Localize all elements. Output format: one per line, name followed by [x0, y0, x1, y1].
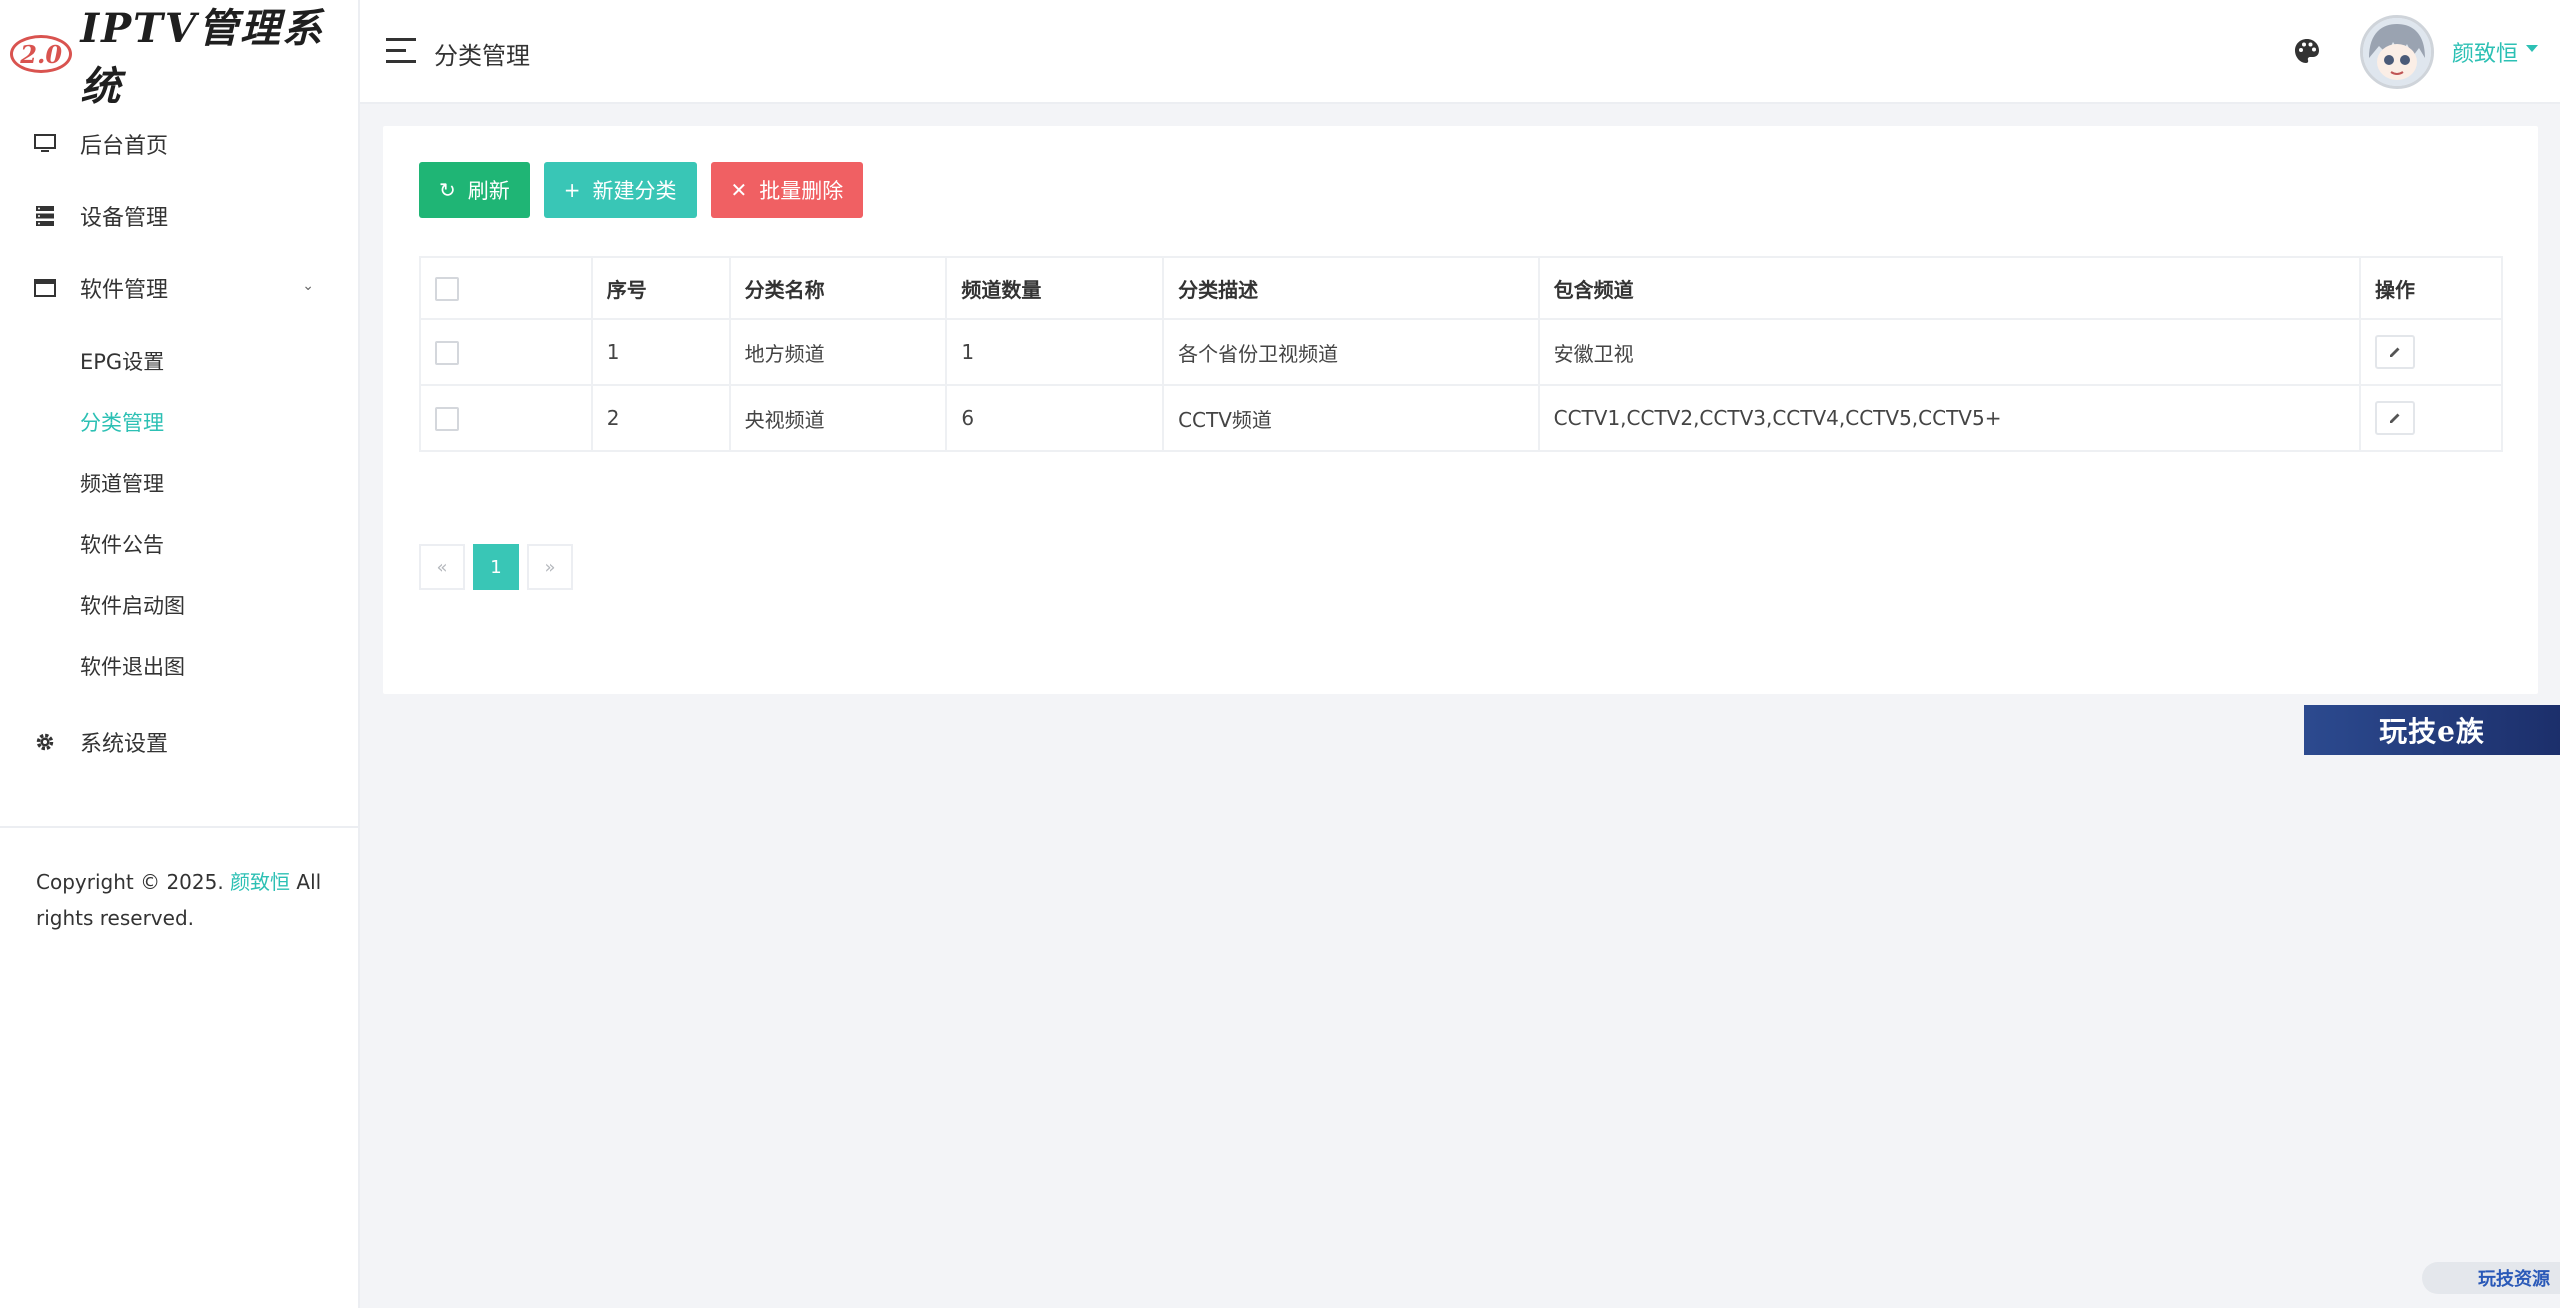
copyright-owner-link[interactable]: 颜致恒 — [230, 870, 290, 894]
refresh-button-label: 刷新 — [467, 179, 510, 203]
cell-description: CCTV频道 — [1162, 384, 1540, 452]
row-select-cell — [419, 318, 593, 386]
cell-name: 央视频道 — [728, 384, 948, 452]
watermark-banner: 玩技e族 — [2304, 705, 2560, 755]
avatar[interactable] — [2360, 15, 2434, 89]
pagination: « 1 » — [419, 544, 573, 590]
column-header-channels[interactable]: 包含频道 — [1537, 256, 2362, 320]
category-table: 序号 分类名称 频道数量 分类描述 包含频道 操作 1 地方频道 1 各个省份卫… — [419, 256, 2503, 452]
page-title: 分类管理 — [434, 42, 530, 70]
sidebar-nav-bottom: 系统设置 — [0, 706, 358, 778]
page-button-current[interactable]: 1 — [473, 544, 519, 590]
row-select-cell — [419, 384, 593, 452]
window-icon — [34, 277, 56, 299]
caret-down-icon[interactable] — [2526, 45, 2538, 52]
sidebar-nav: 后台首页 设备管理 软件管理 ⌄ — [0, 108, 358, 324]
monitor-icon — [34, 133, 56, 155]
sidebar-item-software[interactable]: 软件管理 ⌄ — [0, 252, 358, 324]
sidebar-item-devices[interactable]: 设备管理 — [0, 180, 358, 252]
pencil-icon — [2390, 413, 2400, 423]
column-header-name[interactable]: 分类名称 — [728, 256, 948, 320]
select-all-checkbox[interactable] — [435, 276, 459, 301]
cell-count: 1 — [945, 318, 1165, 386]
column-header-actions: 操作 — [2359, 256, 2503, 320]
submenu-item-category[interactable]: 分类管理 — [0, 391, 358, 452]
palette-icon[interactable] — [2292, 36, 2322, 66]
sidebar: 2.0 IPTV管理系统 后台首页 设备管理 软件管理 ⌄ EPG设置 分类管理… — [0, 0, 360, 1308]
cell-actions — [2359, 384, 2503, 452]
cell-actions — [2359, 318, 2503, 386]
cell-channels: 安徽卫视 — [1537, 318, 2362, 386]
batch-delete-button[interactable]: ✕ 批量删除 — [710, 162, 864, 218]
column-header-description[interactable]: 分类描述 — [1162, 256, 1540, 320]
cell-id: 2 — [590, 384, 731, 452]
table-row: 2 央视频道 6 CCTV频道 CCTV1,CCTV2,CCTV3,CCTV4,… — [419, 384, 2503, 452]
sidebar-item-settings[interactable]: 系统设置 — [0, 706, 358, 778]
new-category-button[interactable]: + 新建分类 — [543, 162, 697, 218]
submenu-item-splash[interactable]: 软件启动图 — [0, 574, 358, 635]
prev-page-button[interactable]: « — [419, 544, 465, 590]
submenu-item-channels[interactable]: 频道管理 — [0, 452, 358, 513]
server-icon — [34, 205, 56, 227]
edit-button[interactable] — [2375, 335, 2416, 369]
refresh-icon: ↻ — [439, 178, 456, 202]
cell-description: 各个省份卫视频道 — [1162, 318, 1540, 386]
sidebar-item-label: 系统设置 — [80, 732, 169, 757]
plus-icon: + — [563, 178, 581, 202]
content-card: ↻ 刷新 + 新建分类 ✕ 批量删除 序号 分类名称 频道数量 分类描述 包含频… — [383, 126, 2538, 694]
hamburger-menu-icon[interactable] — [386, 38, 416, 64]
column-header-id[interactable]: 序号 — [590, 256, 731, 320]
toolbar: ↻ 刷新 + 新建分类 ✕ 批量删除 — [419, 162, 864, 218]
column-header-count[interactable]: 频道数量 — [945, 256, 1165, 320]
new-category-button-label: 新建分类 — [592, 179, 677, 203]
batch-delete-button-label: 批量删除 — [759, 179, 844, 203]
copyright: Copyright © 2025. 颜致恒 All rights reserve… — [36, 864, 336, 936]
cell-name: 地方频道 — [728, 318, 948, 386]
next-page-button[interactable]: » — [527, 544, 573, 590]
row-checkbox[interactable] — [435, 340, 459, 365]
select-all-cell — [419, 256, 593, 320]
logo-title: IPTV管理系统 — [80, 5, 324, 110]
watermark-corner: 玩技资源 — [2422, 1262, 2560, 1294]
top-header: 分类管理 颜致恒 — [360, 0, 2560, 104]
cell-count: 6 — [945, 384, 1165, 452]
sidebar-item-label: 后台首页 — [80, 134, 169, 159]
edit-button[interactable] — [2375, 401, 2416, 435]
sidebar-item-label: 设备管理 — [80, 206, 169, 231]
pencil-icon — [2390, 347, 2400, 357]
sidebar-item-dashboard[interactable]: 后台首页 — [0, 108, 358, 180]
table-header-row: 序号 分类名称 频道数量 分类描述 包含频道 操作 — [419, 256, 2503, 320]
logo[interactable]: 2.0 IPTV管理系统 — [0, 0, 358, 110]
chevron-down-icon: ⌄ — [302, 278, 314, 294]
copyright-prefix: Copyright © 2025. — [36, 870, 224, 894]
submenu-item-exit-image[interactable]: 软件退出图 — [0, 635, 358, 696]
submenu-item-announcement[interactable]: 软件公告 — [0, 513, 358, 574]
table-row: 1 地方频道 1 各个省份卫视频道 安徽卫视 — [419, 318, 2503, 386]
user-name[interactable]: 颜致恒 — [2452, 36, 2518, 68]
gear-icon — [34, 731, 56, 753]
cell-id: 1 — [590, 318, 731, 386]
sidebar-item-label: 软件管理 — [80, 278, 169, 303]
submenu-item-epg[interactable]: EPG设置 — [0, 330, 358, 391]
row-checkbox[interactable] — [435, 406, 459, 431]
cell-channels: CCTV1,CCTV2,CCTV3,CCTV4,CCTV5,CCTV5+ — [1537, 384, 2362, 452]
software-submenu: EPG设置 分类管理 频道管理 软件公告 软件启动图 软件退出图 — [0, 324, 358, 706]
close-icon: ✕ — [730, 178, 748, 202]
sidebar-divider — [0, 826, 358, 828]
refresh-button[interactable]: ↻ 刷新 — [419, 162, 530, 218]
logo-badge: 2.0 — [10, 35, 73, 73]
